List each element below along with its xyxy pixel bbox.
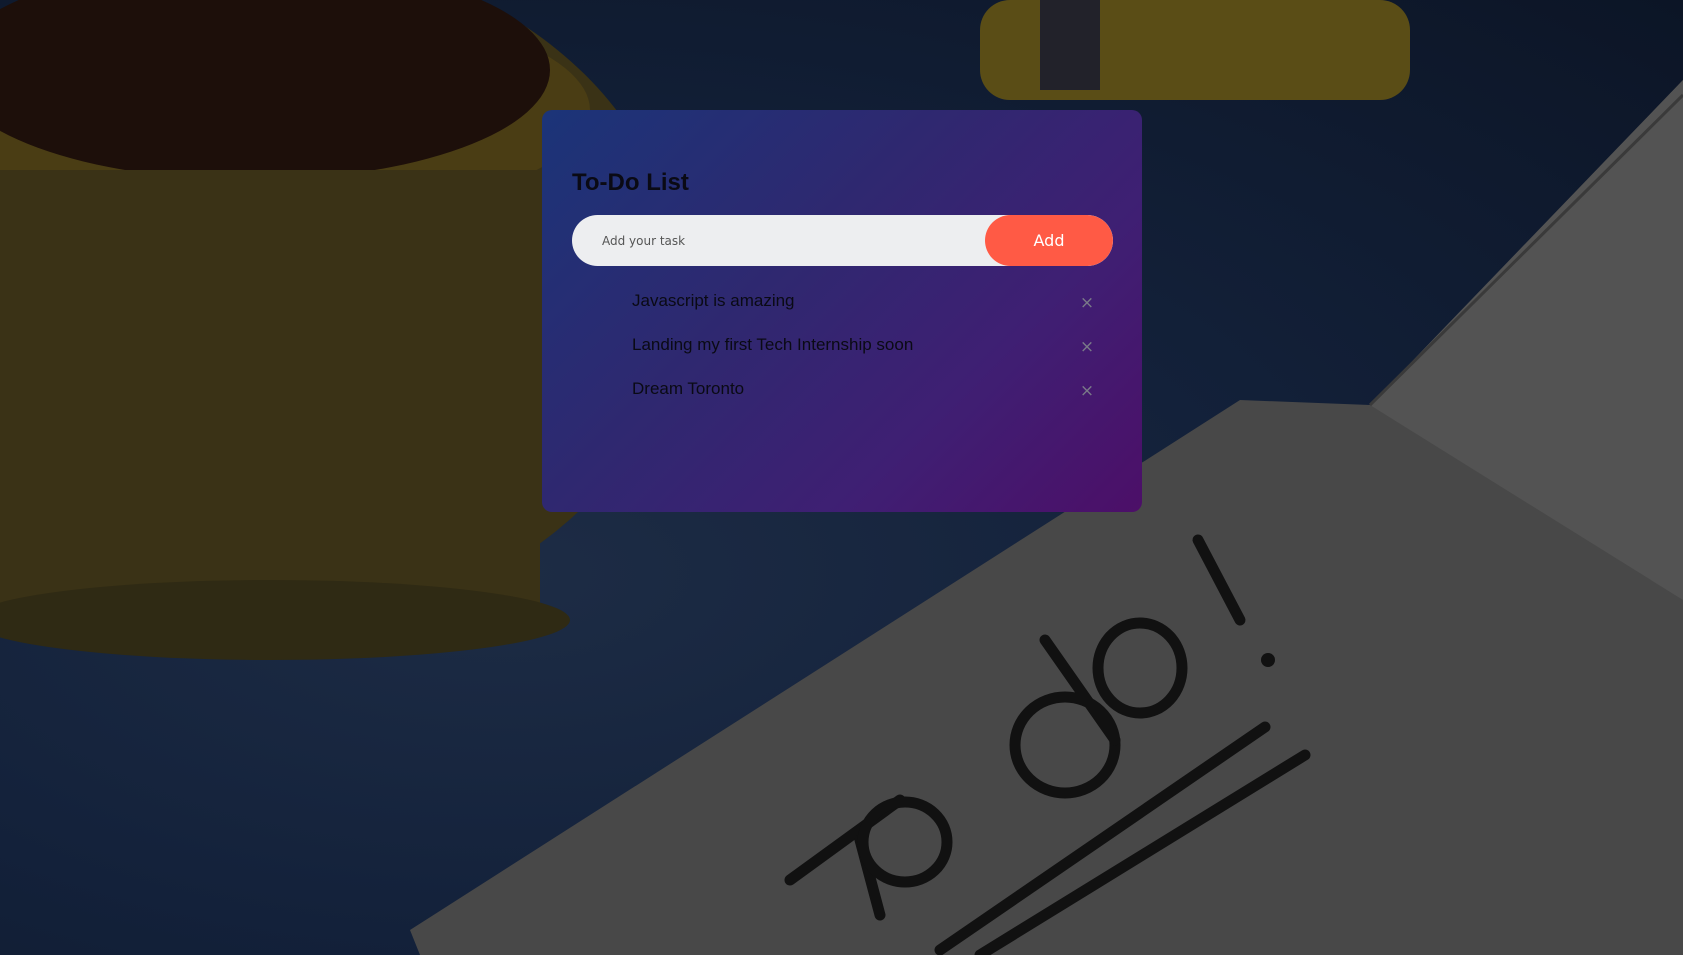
close-icon[interactable]: × xyxy=(1076,292,1098,314)
close-icon[interactable]: × xyxy=(1076,380,1098,402)
add-button[interactable]: Add xyxy=(985,215,1113,266)
close-icon[interactable]: × xyxy=(1076,336,1098,358)
page-title: To-Do List xyxy=(572,169,689,196)
task-list: Javascript is amazing × Landing my first… xyxy=(572,288,1112,420)
todo-card: To-Do List Add Javascript is amazing × L… xyxy=(542,110,1142,512)
list-item[interactable]: Javascript is amazing × xyxy=(572,288,1112,332)
task-text: Dream Toronto xyxy=(632,379,745,398)
task-input-row: Add xyxy=(572,215,1113,266)
list-item[interactable]: Landing my first Tech Internship soon × xyxy=(572,332,1112,376)
task-text: Javascript is amazing xyxy=(632,291,795,310)
task-text: Landing my first Tech Internship soon xyxy=(632,335,914,354)
task-input[interactable] xyxy=(572,215,985,266)
list-item[interactable]: Dream Toronto × xyxy=(572,376,1112,420)
